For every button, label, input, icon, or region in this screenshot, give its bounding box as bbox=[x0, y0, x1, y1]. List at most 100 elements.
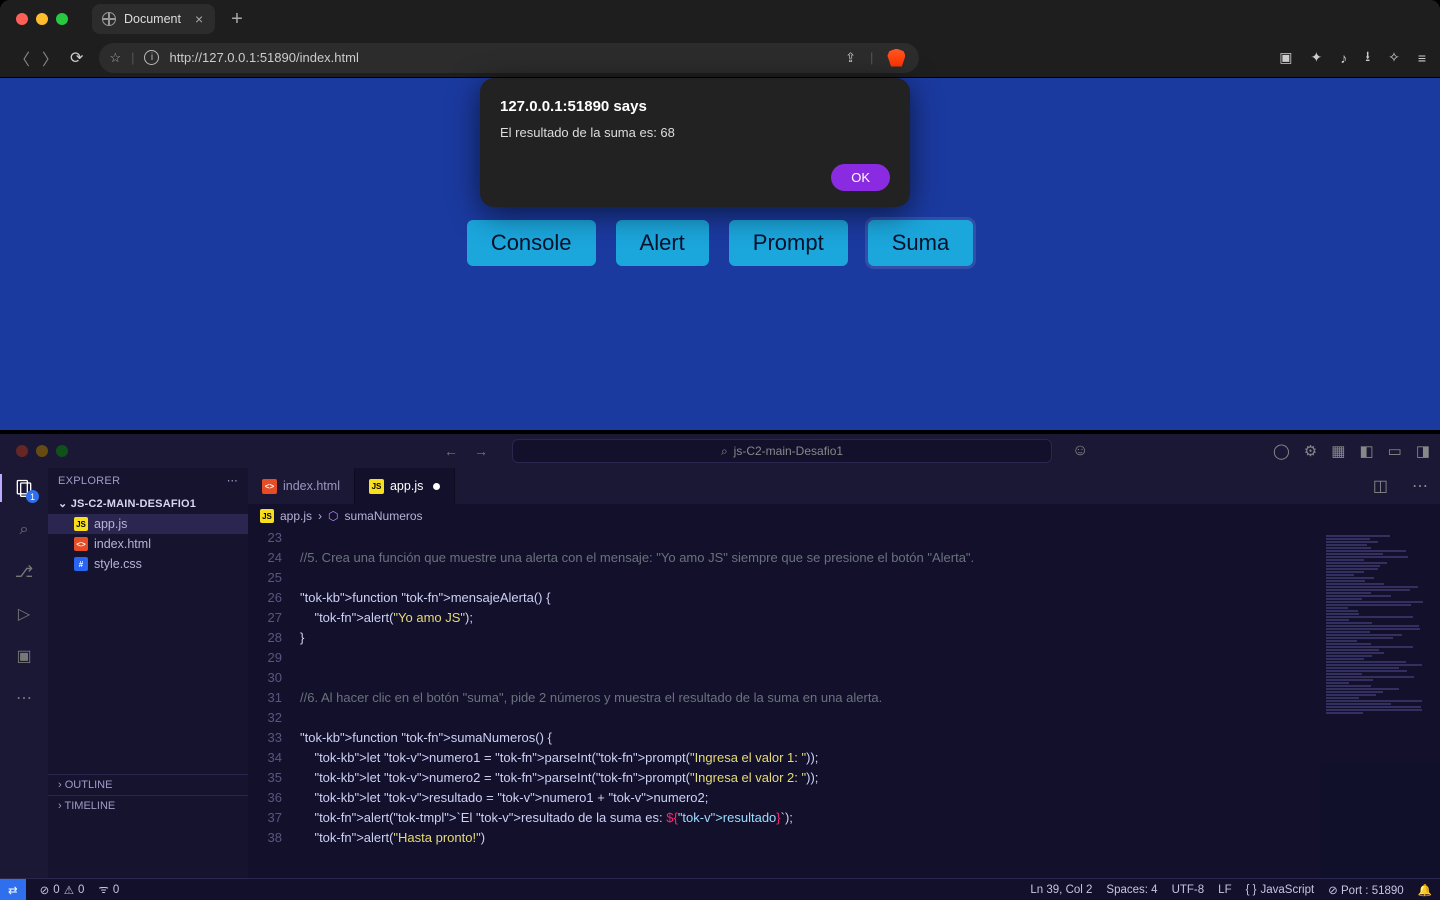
html-file-icon: <> bbox=[74, 537, 88, 551]
editor-tab-index-html[interactable]: <>index.html bbox=[248, 468, 355, 504]
title-nav: ← → bbox=[444, 443, 488, 459]
sidebar-file-index-html[interactable]: <>index.html bbox=[48, 534, 248, 554]
workspace-folder[interactable]: JS-C2-MAIN-DESAFIO1 bbox=[48, 493, 248, 514]
sparkle-icon[interactable]: ✧ bbox=[1388, 49, 1400, 66]
reload-button[interactable]: ⟳ bbox=[70, 48, 83, 68]
js-file-icon: JS bbox=[74, 517, 88, 531]
minimize-window-icon[interactable] bbox=[36, 13, 48, 25]
title-back-icon[interactable]: ← bbox=[444, 443, 458, 459]
music-icon[interactable]: ♪ bbox=[1340, 50, 1347, 66]
breadcrumb-symbol: sumaNumeros bbox=[345, 509, 423, 523]
minimize-window-icon[interactable] bbox=[36, 445, 48, 457]
command-center-text: js-C2-main-Desafio1 bbox=[734, 444, 843, 458]
modified-indicator-icon bbox=[433, 483, 440, 490]
notifications-icon[interactable]: 🔔 bbox=[1418, 883, 1432, 897]
sidebar-file-style-css[interactable]: #style.css bbox=[48, 554, 248, 574]
settings-gear-icon[interactable]: ⚙ bbox=[1304, 442, 1317, 460]
css-file-icon: # bbox=[74, 557, 88, 571]
sidebar: EXPLORER ⋯ JS-C2-MAIN-DESAFIO1 JSapp.js<… bbox=[48, 468, 248, 878]
encoding-indicator[interactable]: UTF-8 bbox=[1172, 884, 1205, 896]
search-activity-icon[interactable]: ⌕ bbox=[12, 518, 36, 542]
title-right-icons: ◯ ⚙ ▦ ◧ ▭ ◨ bbox=[1273, 442, 1430, 460]
split-editor-icon[interactable]: ◫ bbox=[1361, 476, 1400, 496]
close-tab-icon[interactable]: × bbox=[195, 11, 203, 27]
close-window-icon[interactable] bbox=[16, 13, 28, 25]
divider: | bbox=[870, 50, 873, 65]
live-server-port[interactable]: ⊘ Port : 51890 bbox=[1328, 883, 1404, 897]
alert-ok-button[interactable]: OK bbox=[831, 164, 890, 191]
share-icon[interactable]: ⇪ bbox=[845, 50, 856, 66]
minimap[interactable] bbox=[1320, 528, 1440, 878]
tab-title: Document bbox=[124, 12, 181, 26]
radio-indicator[interactable]: ᯤ0 bbox=[98, 882, 119, 897]
vscode-window-controls bbox=[10, 445, 74, 457]
explorer-badge: 1 bbox=[26, 490, 39, 503]
cursor-position[interactable]: Ln 39, Col 2 bbox=[1030, 884, 1092, 896]
explorer-title: EXPLORER bbox=[58, 475, 120, 487]
browser-tabbar: Document × + bbox=[0, 0, 1440, 38]
eol-indicator[interactable]: LF bbox=[1218, 884, 1231, 896]
sidebar-header: EXPLORER ⋯ bbox=[48, 468, 248, 493]
back-button[interactable]: 〈 bbox=[14, 46, 30, 70]
chevron-right-icon: › bbox=[318, 509, 322, 523]
browser-extensions: ▣ ✦ ♪ ⭳ ✧ ≡ bbox=[1279, 46, 1426, 70]
breadcrumb[interactable]: JS app.js › ⬡ sumaNumeros bbox=[248, 504, 1440, 528]
vscode-main: 1 ⌕ ⎇ ▷ ▣ ⋯ EXPLORER ⋯ JS-C2-MAIN-DESAFI… bbox=[0, 468, 1440, 878]
downloads-icon[interactable]: ⭳ bbox=[1365, 46, 1370, 70]
alert-button[interactable]: Alert bbox=[616, 220, 709, 266]
bookmark-icon[interactable]: ☆ bbox=[109, 50, 121, 66]
menu-icon[interactable]: ≡ bbox=[1418, 50, 1426, 66]
alert-body: El resultado de la suma es: 68 bbox=[500, 125, 890, 140]
maximize-window-icon[interactable] bbox=[56, 13, 68, 25]
editor-more-icon[interactable]: ⋯ bbox=[1400, 476, 1440, 496]
panel-bottom-icon[interactable]: ▭ bbox=[1388, 442, 1402, 460]
more-activity-icon[interactable]: ⋯ bbox=[12, 686, 36, 710]
maximize-window-icon[interactable] bbox=[56, 445, 68, 457]
title-forward-icon[interactable]: → bbox=[474, 443, 488, 459]
indent-indicator[interactable]: Spaces: 4 bbox=[1106, 884, 1157, 896]
outline-section[interactable]: OUTLINE bbox=[48, 774, 248, 795]
command-center[interactable]: ⌕ js-C2-main-Desafio1 bbox=[512, 439, 1052, 463]
problems-indicator[interactable]: ⊘0 ⚠0 bbox=[40, 883, 85, 897]
close-window-icon[interactable] bbox=[16, 445, 28, 457]
panel-left-icon[interactable]: ◧ bbox=[1359, 442, 1373, 460]
scm-activity-icon[interactable]: ⎇ bbox=[12, 560, 36, 584]
vscode-window: ← → ⌕ js-C2-main-Desafio1 ☺ ◯ ⚙ ▦ ◧ ▭ ◨ … bbox=[0, 434, 1440, 900]
prompt-button[interactable]: Prompt bbox=[729, 220, 848, 266]
new-tab-button[interactable]: + bbox=[231, 8, 243, 31]
js-alert-dialog: 127.0.0.1:51890 says El resultado de la … bbox=[480, 78, 910, 207]
editor-area: <>index.htmlJSapp.js ◫ ⋯ JS app.js › ⬡ s… bbox=[248, 468, 1440, 878]
extensions-activity-icon[interactable]: ▣ bbox=[12, 644, 36, 668]
brave-shield-icon[interactable] bbox=[887, 49, 905, 67]
explorer-activity-icon[interactable]: 1 bbox=[12, 476, 36, 500]
browser-tab[interactable]: Document × bbox=[92, 4, 215, 34]
console-button[interactable]: Console bbox=[467, 220, 596, 266]
activity-bar: 1 ⌕ ⎇ ▷ ▣ ⋯ bbox=[0, 468, 48, 878]
sidebar-more-icon[interactable]: ⋯ bbox=[227, 474, 238, 487]
status-bar: ⇄ ⊘0 ⚠0 ᯤ0 Ln 39, Col 2 Spaces: 4 UTF-8 … bbox=[0, 878, 1440, 900]
search-icon: ⌕ bbox=[721, 444, 728, 459]
remote-indicator[interactable]: ⇄ bbox=[0, 879, 26, 900]
copilot-icon[interactable]: ☺ bbox=[1072, 442, 1088, 460]
extensions-icon[interactable]: ✦ bbox=[1310, 49, 1322, 66]
editor-tab-app-js[interactable]: JSapp.js bbox=[355, 468, 455, 504]
url-text: http://127.0.0.1:51890/index.html bbox=[169, 50, 358, 65]
account-icon[interactable]: ◯ bbox=[1273, 442, 1290, 460]
site-info-icon[interactable]: i bbox=[144, 50, 159, 65]
code-editor[interactable]: 23242526272829303132333435363738 //5. Cr… bbox=[248, 528, 1440, 878]
js-file-icon: JS bbox=[369, 479, 384, 494]
sidebar-file-app-js[interactable]: JSapp.js bbox=[48, 514, 248, 534]
address-bar[interactable]: ☆ | i http://127.0.0.1:51890/index.html … bbox=[99, 43, 919, 73]
window-controls bbox=[10, 13, 74, 25]
editor-tabs: <>index.htmlJSapp.js ◫ ⋯ bbox=[248, 468, 1440, 504]
pip-icon[interactable]: ▣ bbox=[1279, 49, 1292, 66]
language-indicator[interactable]: { }JavaScript bbox=[1246, 884, 1315, 896]
suma-button[interactable]: Suma bbox=[868, 220, 973, 266]
vscode-titlebar: ← → ⌕ js-C2-main-Desafio1 ☺ ◯ ⚙ ▦ ◧ ▭ ◨ bbox=[0, 434, 1440, 468]
forward-button[interactable]: 〉 bbox=[42, 46, 58, 70]
layout-grid-icon[interactable]: ▦ bbox=[1331, 442, 1345, 460]
timeline-section[interactable]: TIMELINE bbox=[48, 795, 248, 816]
debug-activity-icon[interactable]: ▷ bbox=[12, 602, 36, 626]
method-icon: ⬡ bbox=[328, 509, 338, 523]
panel-right-icon[interactable]: ◨ bbox=[1416, 442, 1430, 460]
